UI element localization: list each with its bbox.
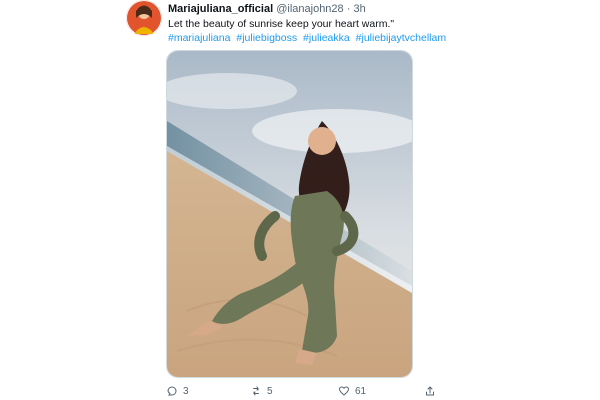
share-icon [424,385,436,397]
hashtags: #mariajuliana #juliebigboss #julieakka #… [168,32,449,45]
reply-icon [166,385,178,397]
hashtag-link[interactable]: #juliebigboss [236,32,297,44]
retweet-count: 5 [267,385,273,397]
display-name[interactable]: Mariajuliana_official [168,3,273,15]
avatar[interactable] [126,0,162,36]
reply-count: 3 [183,385,189,397]
user-handle[interactable]: @ilanajohn28 [276,3,343,15]
like-count: 61 [355,385,367,397]
tweet-header: Mariajuliana_official @ilanajohn28 · 3h [168,2,366,16]
like-icon [338,385,350,397]
tweet-actions: 3 5 61 [166,384,446,398]
hashtag-link[interactable]: #mariajuliana [168,32,230,44]
timestamp[interactable]: 3h [353,3,365,15]
retweet-button[interactable]: 5 [250,384,273,398]
share-button[interactable] [424,384,436,398]
tweet-media-photo[interactable] [166,50,413,378]
tweet-text: Let the beauty of sunrise keep your hear… [168,18,395,30]
tweet: Mariajuliana_official @ilanajohn28 · 3h … [0,0,600,400]
like-button[interactable]: 61 [338,384,366,398]
separator-dot: · [346,3,351,15]
hashtag-link[interactable]: #juliebijaytvchellam [356,32,446,44]
reply-button[interactable]: 3 [166,384,189,398]
hashtag-link[interactable]: #julieakka [303,32,350,44]
retweet-icon [250,385,262,397]
